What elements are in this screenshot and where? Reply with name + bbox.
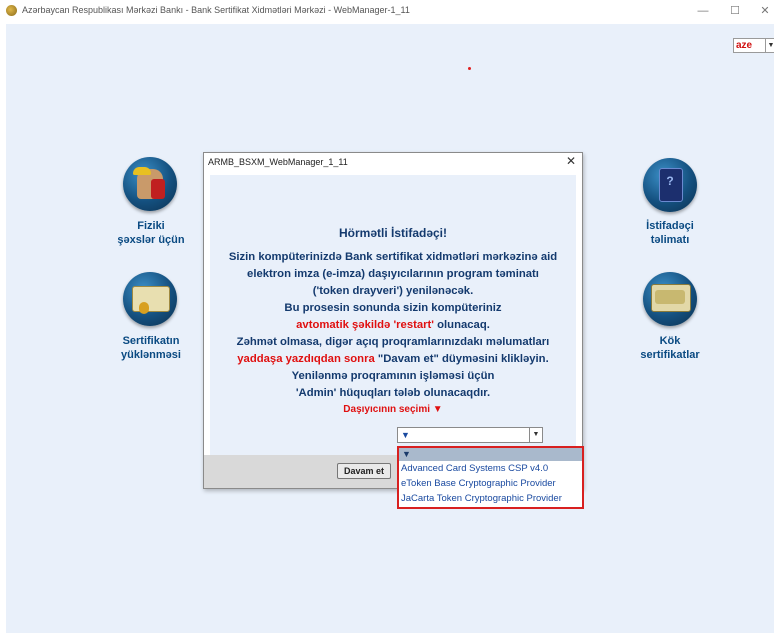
continue-button[interactable]: Davam et — [337, 463, 391, 479]
root-certificates-label[interactable]: Kök sertifikatlar — [615, 334, 725, 362]
message-line: elektron imza (e-imza) daşıyıcılarının p… — [247, 268, 539, 280]
carrier-dropdown-list: ▼ Advanced Card Systems CSP v4.0 eToken … — [397, 446, 584, 509]
user-guide-label[interactable]: İstifadəçi təlimatı — [615, 219, 725, 247]
message-line: ('token drayveri') yenilənəcək. — [312, 285, 474, 297]
close-window-button[interactable]: ✕ — [752, 2, 774, 20]
language-value: aze — [736, 40, 753, 51]
user-guide-icon[interactable]: ? — [643, 158, 697, 212]
carrier-select-value: ▼ — [401, 430, 410, 440]
maximize-button[interactable]: ☐ — [722, 2, 748, 20]
dropdown-option-etoken[interactable]: eToken Base Cryptographic Provider — [401, 477, 556, 491]
message-line-restart: avtomatik şəkildə 'restart' olunacaq. — [296, 319, 490, 331]
dropdown-option-jacarta[interactable]: JaCarta Token Cryptographic Provider — [401, 492, 562, 506]
close-icon[interactable]: ✕ — [566, 154, 576, 168]
minimize-button[interactable]: — — [690, 2, 716, 20]
certificate-load-icon[interactable] — [123, 272, 177, 326]
chevron-down-icon[interactable]: ▼ — [529, 428, 542, 442]
app-logo-icon — [6, 5, 17, 16]
message-line: Bu prosesin sonunda sizin kompüteriniz — [284, 302, 502, 314]
dialog-title: ARMB_BSXM_WebManager_1_11 — [208, 157, 348, 167]
dialog-heading: Hörmətli İstifadəçi! — [338, 226, 448, 240]
message-line: Zəhmət olmasa, digər açıq proqramlarınız… — [236, 336, 550, 348]
language-select[interactable]: aze ▼ — [733, 38, 774, 53]
certificate-load-label[interactable]: Sertifikatın yüklənməsi — [96, 334, 206, 362]
chevron-down-icon[interactable]: ▼ — [765, 39, 774, 52]
message-line: 'Admin' hüquqları tələb olunacaqdır. — [295, 387, 491, 399]
red-dot — [468, 67, 471, 70]
message-line: Yenilənmə proqramının işləməsi üçün — [291, 370, 495, 382]
dropdown-option-empty[interactable]: ▼ — [399, 448, 582, 461]
carrier-selection-label: Daşıyıcının seçimi ▼ — [343, 404, 443, 415]
dialog-body: Hörmətli İstifadəçi! Sizin kompüterinizd… — [210, 175, 576, 455]
window-title: Azərbaycan Respublikası Mərkəzi Bankı - … — [22, 5, 410, 15]
message-line: Sizin kompüterinizdə Bank sertifikat xid… — [228, 251, 558, 263]
dropdown-option-acs[interactable]: Advanced Card Systems CSP v4.0 — [401, 462, 548, 476]
window-titlebar: Azərbaycan Respublikası Mərkəzi Bankı - … — [0, 0, 774, 22]
carrier-select[interactable]: ▼ ▼ — [397, 427, 543, 443]
individuals-icon[interactable] — [123, 157, 177, 211]
individuals-label[interactable]: Fiziki şəxslər üçün — [96, 219, 206, 247]
message-line-save: yaddaşa yazdıqdan sonra "Davam et" düymə… — [237, 353, 549, 365]
root-certificates-icon[interactable] — [643, 272, 697, 326]
